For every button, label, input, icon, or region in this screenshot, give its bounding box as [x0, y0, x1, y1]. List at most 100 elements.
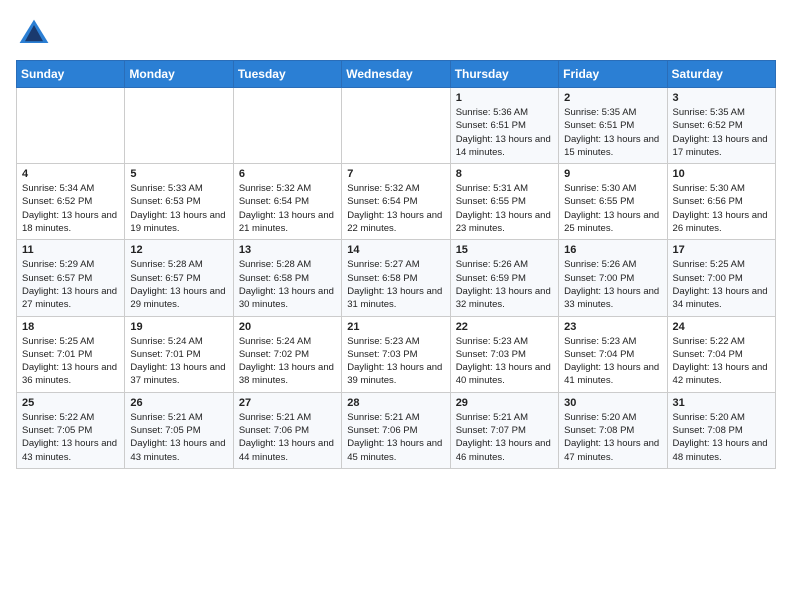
- day-number: 29: [456, 397, 553, 409]
- day-info: Sunrise: 5:28 AM Sunset: 6:58 PM Dayligh…: [239, 258, 336, 311]
- day-info: Sunrise: 5:21 AM Sunset: 7:07 PM Dayligh…: [456, 411, 553, 464]
- day-info: Sunrise: 5:21 AM Sunset: 7:06 PM Dayligh…: [239, 411, 336, 464]
- day-number: 2: [564, 92, 661, 104]
- day-number: 10: [673, 168, 770, 180]
- day-info: Sunrise: 5:21 AM Sunset: 7:06 PM Dayligh…: [347, 411, 444, 464]
- day-number: 13: [239, 244, 336, 256]
- day-number: 9: [564, 168, 661, 180]
- day-number: 28: [347, 397, 444, 409]
- day-number: 21: [347, 321, 444, 333]
- calendar-cell: 11 Sunrise: 5:29 AM Sunset: 6:57 PM Dayli…: [17, 240, 125, 316]
- day-number: 14: [347, 244, 444, 256]
- day-info: Sunrise: 5:35 AM Sunset: 6:51 PM Dayligh…: [564, 106, 661, 159]
- calendar-cell: 29 Sunrise: 5:21 AM Sunset: 7:07 PM Dayli…: [450, 392, 558, 468]
- calendar-cell: 25 Sunrise: 5:22 AM Sunset: 7:05 PM Dayli…: [17, 392, 125, 468]
- calendar-cell: 14 Sunrise: 5:27 AM Sunset: 6:58 PM Dayli…: [342, 240, 450, 316]
- day-info: Sunrise: 5:23 AM Sunset: 7:03 PM Dayligh…: [456, 335, 553, 388]
- calendar-cell: 5 Sunrise: 5:33 AM Sunset: 6:53 PM Daylig…: [125, 164, 233, 240]
- calendar-cell: 8Sunrise: 5:31 AM Sunset: 6:55 PM Daylig…: [450, 164, 558, 240]
- calendar-cell: [342, 88, 450, 164]
- day-number: 3: [673, 92, 770, 104]
- day-info: Sunrise: 5:24 AM Sunset: 7:02 PM Dayligh…: [239, 335, 336, 388]
- day-number: 11: [22, 244, 119, 256]
- calendar-cell: [125, 88, 233, 164]
- day-info: Sunrise: 5:34 AM Sunset: 6:52 PM Dayligh…: [22, 182, 119, 235]
- calendar-week-1: 1 Sunrise: 5:36 AM Sunset: 6:51 PM Daylig…: [17, 88, 776, 164]
- calendar-cell: 20 Sunrise: 5:24 AM Sunset: 7:02 PM Dayli…: [233, 316, 341, 392]
- day-number: 26: [130, 397, 227, 409]
- calendar-cell: 13 Sunrise: 5:28 AM Sunset: 6:58 PM Dayli…: [233, 240, 341, 316]
- day-number: 1: [456, 92, 553, 104]
- day-number: 7: [347, 168, 444, 180]
- calendar-cell: 9 Sunrise: 5:30 AM Sunset: 6:55 PM Daylig…: [559, 164, 667, 240]
- day-info: Sunrise: 5:31 AM Sunset: 6:55 PM Dayligh…: [456, 182, 553, 235]
- calendar-cell: 30 Sunrise: 5:20 AM Sunset: 7:08 PM Dayli…: [559, 392, 667, 468]
- calendar-table: SundayMondayTuesdayWednesdayThursdayFrid…: [16, 60, 776, 469]
- weekday-header-friday: Friday: [559, 61, 667, 88]
- day-number: 20: [239, 321, 336, 333]
- day-info: Sunrise: 5:20 AM Sunset: 7:08 PM Dayligh…: [564, 411, 661, 464]
- calendar-cell: [233, 88, 341, 164]
- day-info: Sunrise: 5:25 AM Sunset: 7:01 PM Dayligh…: [22, 335, 119, 388]
- weekday-header-tuesday: Tuesday: [233, 61, 341, 88]
- day-number: 19: [130, 321, 227, 333]
- day-info: Sunrise: 5:28 AM Sunset: 6:57 PM Dayligh…: [130, 258, 227, 311]
- calendar-cell: 31Sunrise: 5:20 AM Sunset: 7:08 PM Dayli…: [667, 392, 775, 468]
- day-info: Sunrise: 5:30 AM Sunset: 6:56 PM Dayligh…: [673, 182, 770, 235]
- calendar-cell: 7 Sunrise: 5:32 AM Sunset: 6:54 PM Daylig…: [342, 164, 450, 240]
- day-number: 24: [673, 321, 770, 333]
- calendar-cell: 12 Sunrise: 5:28 AM Sunset: 6:57 PM Dayli…: [125, 240, 233, 316]
- calendar-cell: [17, 88, 125, 164]
- day-info: Sunrise: 5:32 AM Sunset: 6:54 PM Dayligh…: [239, 182, 336, 235]
- day-info: Sunrise: 5:23 AM Sunset: 7:04 PM Dayligh…: [564, 335, 661, 388]
- calendar-week-3: 11 Sunrise: 5:29 AM Sunset: 6:57 PM Dayli…: [17, 240, 776, 316]
- day-info: Sunrise: 5:22 AM Sunset: 7:05 PM Dayligh…: [22, 411, 119, 464]
- calendar-cell: 15Sunrise: 5:26 AM Sunset: 6:59 PM Dayli…: [450, 240, 558, 316]
- day-info: Sunrise: 5:30 AM Sunset: 6:55 PM Dayligh…: [564, 182, 661, 235]
- calendar-cell: 26Sunrise: 5:21 AM Sunset: 7:05 PM Dayli…: [125, 392, 233, 468]
- calendar-cell: 3Sunrise: 5:35 AM Sunset: 6:52 PM Daylig…: [667, 88, 775, 164]
- day-info: Sunrise: 5:26 AM Sunset: 7:00 PM Dayligh…: [564, 258, 661, 311]
- day-info: Sunrise: 5:23 AM Sunset: 7:03 PM Dayligh…: [347, 335, 444, 388]
- day-number: 27: [239, 397, 336, 409]
- calendar-cell: 16 Sunrise: 5:26 AM Sunset: 7:00 PM Dayli…: [559, 240, 667, 316]
- calendar-cell: 4 Sunrise: 5:34 AM Sunset: 6:52 PM Daylig…: [17, 164, 125, 240]
- day-number: 25: [22, 397, 119, 409]
- weekday-header-sunday: Sunday: [17, 61, 125, 88]
- weekday-header-monday: Monday: [125, 61, 233, 88]
- day-info: Sunrise: 5:33 AM Sunset: 6:53 PM Dayligh…: [130, 182, 227, 235]
- day-number: 5: [130, 168, 227, 180]
- day-number: 31: [673, 397, 770, 409]
- day-info: Sunrise: 5:25 AM Sunset: 7:00 PM Dayligh…: [673, 258, 770, 311]
- day-number: 30: [564, 397, 661, 409]
- day-number: 6: [239, 168, 336, 180]
- calendar-cell: 6 Sunrise: 5:32 AM Sunset: 6:54 PM Daylig…: [233, 164, 341, 240]
- day-number: 22: [456, 321, 553, 333]
- calendar-cell: 23 Sunrise: 5:23 AM Sunset: 7:04 PM Dayli…: [559, 316, 667, 392]
- day-number: 18: [22, 321, 119, 333]
- day-number: 17: [673, 244, 770, 256]
- day-number: 4: [22, 168, 119, 180]
- calendar-cell: 24 Sunrise: 5:22 AM Sunset: 7:04 PM Dayli…: [667, 316, 775, 392]
- day-number: 15: [456, 244, 553, 256]
- calendar-cell: 28 Sunrise: 5:21 AM Sunset: 7:06 PM Dayli…: [342, 392, 450, 468]
- day-info: Sunrise: 5:27 AM Sunset: 6:58 PM Dayligh…: [347, 258, 444, 311]
- weekday-header-row: SundayMondayTuesdayWednesdayThursdayFrid…: [17, 61, 776, 88]
- calendar-cell: 22 Sunrise: 5:23 AM Sunset: 7:03 PM Dayli…: [450, 316, 558, 392]
- day-number: 12: [130, 244, 227, 256]
- weekday-header-thursday: Thursday: [450, 61, 558, 88]
- day-number: 23: [564, 321, 661, 333]
- calendar-cell: 27 Sunrise: 5:21 AM Sunset: 7:06 PM Dayli…: [233, 392, 341, 468]
- day-info: Sunrise: 5:36 AM Sunset: 6:51 PM Dayligh…: [456, 106, 553, 159]
- day-number: 16: [564, 244, 661, 256]
- calendar-week-4: 18 Sunrise: 5:25 AM Sunset: 7:01 PM Dayli…: [17, 316, 776, 392]
- day-info: Sunrise: 5:29 AM Sunset: 6:57 PM Dayligh…: [22, 258, 119, 311]
- calendar-cell: 21 Sunrise: 5:23 AM Sunset: 7:03 PM Dayli…: [342, 316, 450, 392]
- day-info: Sunrise: 5:24 AM Sunset: 7:01 PM Dayligh…: [130, 335, 227, 388]
- logo: [16, 16, 56, 52]
- calendar-cell: 19 Sunrise: 5:24 AM Sunset: 7:01 PM Dayli…: [125, 316, 233, 392]
- calendar-cell: 2 Sunrise: 5:35 AM Sunset: 6:51 PM Daylig…: [559, 88, 667, 164]
- day-info: Sunrise: 5:32 AM Sunset: 6:54 PM Dayligh…: [347, 182, 444, 235]
- day-info: Sunrise: 5:22 AM Sunset: 7:04 PM Dayligh…: [673, 335, 770, 388]
- logo-icon: [16, 16, 52, 52]
